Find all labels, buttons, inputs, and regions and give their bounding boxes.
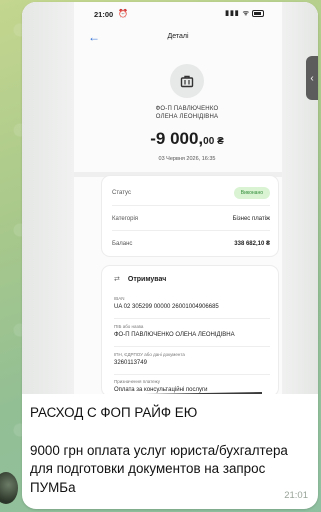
iban-value: UA 02 305299 00000 26001004906685: [114, 304, 219, 310]
status-badge: Виконано: [233, 187, 270, 199]
category-row: Категорія Бізнес платіж: [112, 216, 270, 222]
briefcase-icon: [170, 64, 204, 98]
category-value: Бізнес платіж: [232, 216, 270, 222]
status-label: Статус: [112, 190, 131, 196]
message-line2: 9000 грн оплата услуг юриста/бухгалтера …: [30, 442, 288, 495]
attached-photo[interactable]: 21:00 ⏰ ▮▮▮ ᯤ ← Деталі ФО-П ПАВЛЮЧЕНКО О…: [22, 2, 318, 394]
recipient-card: ⇄ Отримувач IBAN UA 02 305299 00000 26001…: [102, 266, 278, 394]
alarm-icon: ⏰: [118, 9, 128, 18]
row-divider: [112, 230, 270, 231]
tax-id-label: ІПН, ЄДРПОУ або дані документа: [114, 352, 185, 357]
recipient-heading-text: Отримувач: [127, 276, 167, 283]
signal-wifi-icon: ▮▮▮ ᯤ: [225, 9, 264, 18]
merchant-name-line2: ОЛЕНА ЛЕОНІДІВНА: [155, 114, 219, 120]
chevron-left-icon[interactable]: ‹: [306, 56, 318, 100]
row-divider: [112, 205, 270, 206]
status-time: 21:00: [94, 10, 114, 19]
field-divider: [114, 346, 270, 347]
message-text: РАСХОД С ФОП РАЙФ ЕЮ 9000 грн оплата усл…: [30, 404, 314, 497]
balance-value: 338 682,10 ₴: [234, 241, 270, 247]
recipient-heading: ⇄ Отримувач: [114, 275, 166, 283]
details-card: Статус Виконано Категорія Бізнес платіж …: [102, 176, 278, 256]
balance-label: Баланс: [112, 241, 133, 247]
tax-id-value: 3260113749: [114, 360, 147, 366]
amount-main: -9 000,: [150, 129, 204, 148]
battery-icon: [252, 9, 264, 17]
category-label: Категорія: [112, 216, 139, 222]
transaction-amount: -9 000,00 ₴: [74, 129, 300, 149]
balance-row: Баланс 338 682,10 ₴: [112, 241, 270, 247]
status-row: Статус Виконано: [112, 187, 270, 199]
phone-screen: 21:00 ⏰ ▮▮▮ ᯤ ← Деталі ФО-П ПАВЛЮЧЕНКО О…: [74, 2, 282, 394]
phone-status-bar: 21:00 ⏰ ▮▮▮ ᯤ: [74, 8, 282, 22]
field-divider: [114, 318, 270, 319]
field-divider: [114, 374, 270, 375]
transaction-date: 03 Червня 2026, 16:35: [158, 156, 216, 162]
name-value: ФО-П ПАВЛЮЧЕНКО ОЛЕНА ЛЕОНІДІВНА: [114, 332, 235, 338]
merchant-name-line1: ФО-П ПАВЛЮЧЕНКО: [155, 106, 219, 112]
message-line1: РАСХОД С ФОП РАЙФ ЕЮ: [30, 405, 198, 420]
merchant-name: ФО-П ПАВЛЮЧЕНКО ОЛЕНА ЛЕОНІДІВНА: [74, 105, 300, 121]
screen-title: Деталі: [167, 33, 189, 40]
purpose-value: Оплата за консультаційні послуги: [114, 387, 208, 393]
photo-background-left: [22, 2, 74, 394]
swap-icon: ⇄: [114, 276, 120, 283]
name-label: ПІБ або назва: [114, 324, 144, 329]
iban-label: IBAN: [114, 296, 125, 301]
message-time: 21:01: [284, 490, 308, 501]
amount-cents: 00 ₴: [203, 136, 224, 147]
purpose-label: Призначення платежу: [114, 379, 160, 384]
message-bubble[interactable]: 21:00 ⏰ ▮▮▮ ᯤ ← Деталі ФО-П ПАВЛЮЧЕНКО О…: [22, 2, 318, 509]
